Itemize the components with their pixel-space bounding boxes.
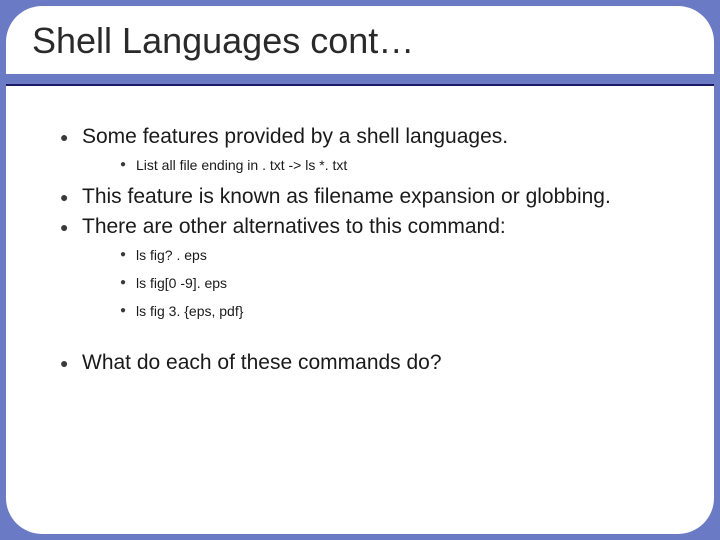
bullet-level-2: ● ls fig[0 -9]. eps [120,274,674,292]
bullet-dot-icon: ● [120,246,136,264]
bullet-dot-icon: ● [60,350,82,376]
bullet-text: This feature is known as filename expans… [82,184,611,210]
slide-title: Shell Languages cont… [32,20,414,62]
title-underline [6,84,714,86]
bullet-dot-icon: ● [120,156,136,174]
bullet-text: ls fig[0 -9]. eps [136,274,227,292]
bullet-level-2: ● ls fig 3. {eps, pdf} [120,302,674,320]
bullet-level-1: ● There are other alternatives to this c… [60,214,674,240]
bullet-text: List all file ending in . txt -> ls *. t… [136,156,347,174]
bullet-dot-icon: ● [120,274,136,292]
bullet-level-1: ● What do each of these commands do? [60,350,674,376]
bullet-text: ls fig 3. {eps, pdf} [136,302,243,320]
bullet-text: Some features provided by a shell langua… [82,124,508,150]
title-accent-band [6,74,714,84]
bullet-text: What do each of these commands do? [82,350,442,376]
bullet-level-2: ● List all file ending in . txt -> ls *.… [120,156,674,174]
bullet-level-2: ● ls fig? . eps [120,246,674,264]
bullet-dot-icon: ● [120,302,136,320]
slide-card: Shell Languages cont… ● Some features pr… [6,6,714,534]
bullet-level-1: ● Some features provided by a shell lang… [60,124,674,150]
bullet-dot-icon: ● [60,184,82,210]
bullet-text: ls fig? . eps [136,246,207,264]
bullet-text: There are other alternatives to this com… [82,214,506,240]
bullet-dot-icon: ● [60,214,82,240]
bullet-level-1: ● This feature is known as filename expa… [60,184,674,210]
bullet-dot-icon: ● [60,124,82,150]
slide-content: ● Some features provided by a shell lang… [60,124,674,380]
